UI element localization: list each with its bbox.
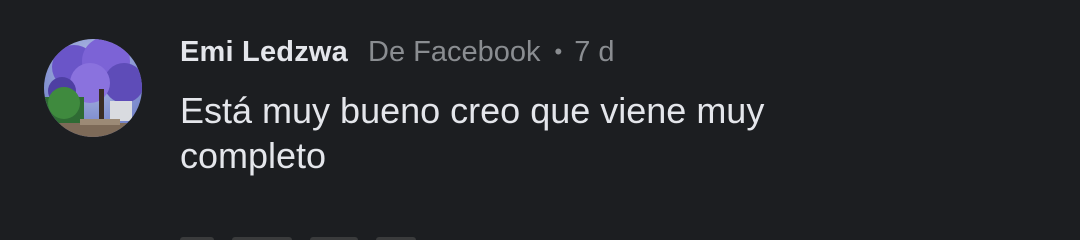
- separator-dot: •: [554, 39, 563, 64]
- comment-source: De Facebook: [368, 35, 541, 68]
- comment-timestamp[interactable]: 7 d: [574, 36, 614, 69]
- next-comment-cutoff: [180, 232, 440, 240]
- avatar-image: [44, 39, 142, 137]
- comment-item: Emi Ledzwa De Facebook • 7 d Está muy bu…: [0, 0, 1080, 240]
- avatar[interactable]: [44, 39, 142, 137]
- comment-header: Emi Ledzwa De Facebook • 7 d: [180, 30, 615, 74]
- author-name[interactable]: Emi Ledzwa: [180, 36, 348, 69]
- comment-text: Está muy bueno creo que viene muy comple…: [180, 90, 765, 176]
